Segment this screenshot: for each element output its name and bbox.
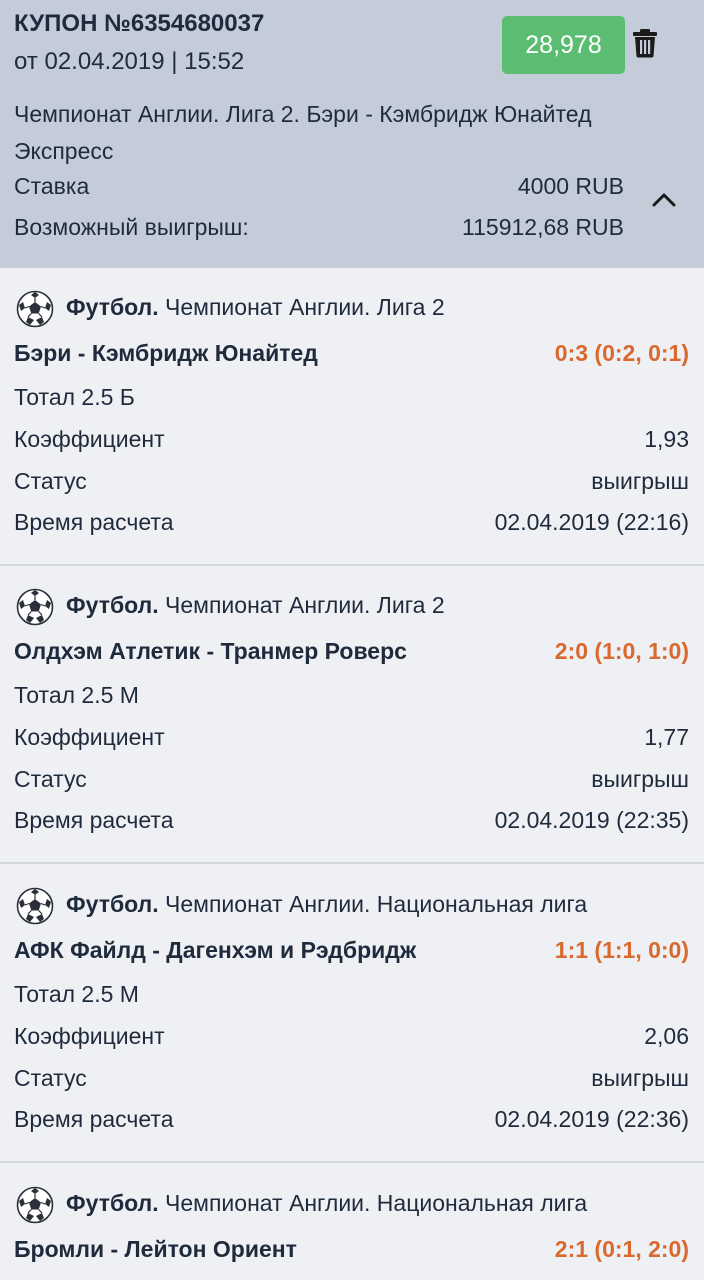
bet-card: Футбол. Чемпионат Англии. Лига 2 Олдхэм … (0, 566, 704, 864)
bet-card: Футбол. Чемпионат Англии. Национальная л… (0, 865, 704, 1163)
settle-time-label: Время расчета (14, 509, 174, 535)
coupon-event: Чемпионат Англии. Лига 2. Бэри - Кэмбрид… (14, 101, 592, 127)
bet-match: Олдхэм Атлетик - Транмер Роверс (14, 638, 407, 664)
chevron-up-icon[interactable] (650, 186, 678, 214)
status-label: Статус (14, 1065, 87, 1091)
bet-card: Футбол. Чемпионат Англии. Лига 2 Бэри - … (0, 268, 704, 566)
coupon-date: от 02.04.2019 | 15:52 (14, 48, 245, 75)
status-label: Статус (14, 468, 87, 494)
win-value: 115912,68 RUB (462, 214, 624, 240)
stake-label: Ставка (14, 173, 90, 199)
bet-sport-league: Футбол. Чемпионат Англии. Лига 2 (66, 592, 445, 619)
bet-score: 1:1 (1:1, 0:0) (554, 937, 689, 963)
coef-label: Коэффициент (14, 724, 165, 750)
bet-league: Чемпионат Англии. Лига 2 (165, 294, 445, 320)
football-icon (16, 588, 54, 626)
bet-sport: Футбол. (66, 1190, 159, 1216)
coupon-header: КУПОН №6354680037 от 02.04.2019 | 15:52 … (0, 0, 704, 268)
bet-market: Тотал 2.5 М (14, 981, 139, 1007)
coupon-title: КУПОН №6354680037 (14, 10, 265, 37)
bet-score: 2:1 (0:1, 2:0) (554, 1236, 689, 1262)
settle-time-value: 02.04.2019 (22:16) (494, 509, 689, 535)
coef-label: Коэффициент (14, 426, 165, 452)
bet-market: Тотал 2.5 М (14, 682, 139, 708)
bet-score: 2:0 (1:0, 1:0) (554, 638, 689, 664)
bet-league: Чемпионат Англии. Национальная лига (165, 1190, 588, 1216)
bet-sport: Футбол. (66, 592, 159, 618)
status-value: выигрыш (591, 766, 689, 792)
coef-value: 1,93 (644, 426, 689, 452)
settle-time-label: Время расчета (14, 1106, 174, 1132)
bet-match: Бромли - Лейтон Ориент (14, 1236, 297, 1262)
football-icon (16, 1186, 54, 1224)
status-value: выигрыш (591, 1065, 689, 1091)
total-coef-badge: 28,978 (502, 16, 625, 74)
settle-time-value: 02.04.2019 (22:36) (494, 1106, 689, 1132)
bet-sport-league: Футбол. Чемпионат Англии. Национальная л… (66, 1190, 587, 1217)
trash-icon[interactable] (632, 28, 658, 58)
coupon-bet-type: Экспресс (14, 138, 114, 164)
status-value: выигрыш (591, 468, 689, 494)
settle-time-label: Время расчета (14, 807, 174, 833)
bet-sport-league: Футбол. Чемпионат Англии. Национальная л… (66, 891, 587, 918)
coef-value: 2,06 (644, 1023, 689, 1049)
bet-league: Чемпионат Англии. Национальная лига (165, 891, 588, 917)
settle-time-value: 02.04.2019 (22:35) (494, 807, 689, 833)
bet-card: Футбол. Чемпионат Англии. Национальная л… (0, 1164, 704, 1280)
bet-sport-league: Футбол. Чемпионат Англии. Лига 2 (66, 294, 445, 321)
bet-sport: Футбол. (66, 294, 159, 320)
status-label: Статус (14, 766, 87, 792)
football-icon (16, 887, 54, 925)
coef-value: 1,77 (644, 724, 689, 750)
bet-market: Тотал 2.5 Б (14, 384, 135, 410)
win-label: Возможный выигрыш: (14, 214, 249, 240)
stake-value: 4000 RUB (517, 173, 624, 199)
football-icon (16, 290, 54, 328)
bet-match: АФК Файлд - Дагенхэм и Рэдбридж (14, 937, 417, 963)
coef-label: Коэффициент (14, 1023, 165, 1049)
bet-sport: Футбол. (66, 891, 159, 917)
bet-score: 0:3 (0:2, 0:1) (554, 340, 689, 366)
bet-league: Чемпионат Англии. Лига 2 (165, 592, 445, 618)
bet-match: Бэри - Кэмбридж Юнайтед (14, 340, 318, 366)
